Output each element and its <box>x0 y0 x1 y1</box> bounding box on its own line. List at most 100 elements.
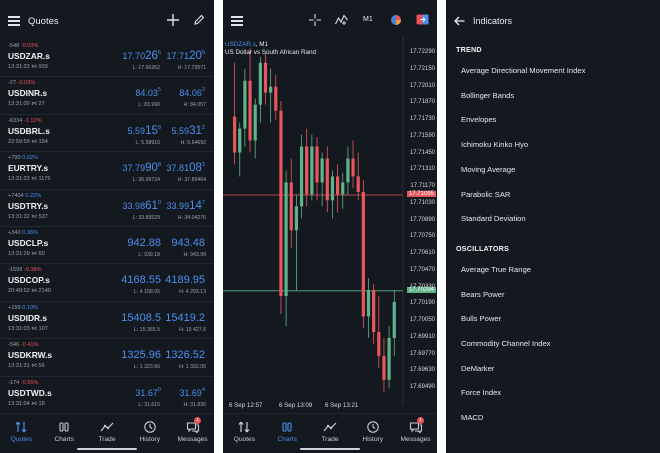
quote-change: -546 -0.41% <box>8 342 39 348</box>
quote-row[interactable]: -6334 -1.12% USDBRL.s 22:59:59 ⋈ 154 5.5915… <box>0 115 214 153</box>
change-points: -6334 <box>8 117 23 124</box>
indicator-item[interactable]: Ichimoku Kinko Hyo <box>461 140 528 149</box>
plus-icon[interactable] <box>167 14 179 26</box>
change-percent: 0.22% <box>25 192 42 199</box>
candle-body <box>377 331 381 356</box>
spread-icon: ⋈ <box>31 64 37 70</box>
indicator-item[interactable]: Bollinger Bands <box>461 91 514 100</box>
indicator-item[interactable]: Commodity Channel Index <box>461 339 550 348</box>
crosshair-icon[interactable] <box>309 14 321 26</box>
nav-quotes[interactable]: Quotes <box>223 414 266 453</box>
home-indicator[interactable] <box>300 448 360 450</box>
price-big-digits: 90 <box>145 162 158 175</box>
quote-timestamp: 13:31:31 <box>8 363 30 370</box>
quote-volume: 107 <box>38 325 48 332</box>
ask-price[interactable]: 84.062 <box>179 83 205 101</box>
candle-body <box>361 191 365 317</box>
quote-volume: 27 <box>38 101 45 108</box>
indicator-item[interactable]: Bulls Power <box>461 314 501 323</box>
price-main: 84.06 <box>179 88 202 99</box>
indicator-item[interactable]: Parabolic SAR <box>461 190 510 199</box>
bid-price[interactable]: 33.98610 <box>123 196 161 214</box>
back-arrow-icon[interactable] <box>454 16 465 26</box>
price-chart[interactable] <box>223 36 437 412</box>
quote-timestamp: 20:49:52 <box>8 288 30 295</box>
indicator-item[interactable]: MACD <box>461 413 483 422</box>
quote-low: L: 31.615 <box>138 401 160 408</box>
quote-timestamp: 13:31:32 <box>8 213 30 220</box>
quote-change: -27 -0.03% <box>8 80 35 86</box>
indicator-item[interactable]: DeMarker <box>461 364 494 373</box>
quote-low: L: 17.66262 <box>132 65 160 71</box>
nav-quotes[interactable]: Quotes <box>0 414 43 453</box>
nav-messages[interactable]: 1 Messages <box>394 414 437 453</box>
menu-icon[interactable] <box>231 16 243 26</box>
quote-symbol: USDIDR.s <box>8 312 48 323</box>
quote-row[interactable]: +159 0.10% USDIDR.s 13:31:03 ⋈ 107 15408.5 1… <box>0 302 214 340</box>
spread-icon: ⋈ <box>31 288 37 295</box>
price-axis-label: 17.71170 <box>410 183 435 189</box>
quote-high: H: 943.99 <box>183 251 207 258</box>
trade-window-icon[interactable] <box>416 14 429 25</box>
ask-price[interactable]: 4189.95 <box>165 270 205 288</box>
price-axis-label: 17.69770 <box>409 350 435 357</box>
chart-color-icon[interactable] <box>390 14 402 26</box>
indicator-item[interactable]: Moving Average <box>461 165 515 174</box>
timeframe-button[interactable]: M1 <box>363 16 373 23</box>
indicators-icon[interactable] <box>335 14 348 26</box>
ask-price[interactable]: 31.694 <box>179 383 205 401</box>
bid-price[interactable]: 5.59158 <box>128 121 161 139</box>
price-big-digits: 14 <box>189 199 202 212</box>
ask-price[interactable]: 15419.2 <box>165 308 205 326</box>
quote-time: 13:31:32 ⋈ 1175 <box>8 176 51 182</box>
quote-row[interactable]: +7404 0.22% USDTRY.s 13:31:32 ⋈ 537 33.9861… <box>0 190 214 227</box>
quote-row[interactable]: +790 0.02% EURTRY.s 13:31:32 ⋈ 1175 37.7990… <box>0 152 214 190</box>
ask-price[interactable]: 5.59312 <box>172 121 205 139</box>
indicator-item[interactable]: Force Index <box>461 388 501 397</box>
ask-price[interactable]: 943.48 <box>171 233 205 251</box>
quote-low: L: 15 365.5 <box>134 326 160 333</box>
candle-body <box>330 176 335 201</box>
quote-row[interactable]: +340 0.36% USDCLP.s 13:31:29 ⋈ 60 942.88 943… <box>0 227 214 265</box>
home-indicator[interactable] <box>77 448 137 450</box>
bid-price[interactable]: 15408.5 <box>121 308 161 326</box>
price-big-digits: 20 <box>189 50 202 62</box>
quote-row[interactable]: -27 -0.03% USDINR.s 13:31:00 ⋈ 27 84.035 84.… <box>0 77 214 115</box>
indicator-item[interactable]: Bears Power <box>461 290 504 299</box>
nav-label: History <box>139 436 161 443</box>
quote-row[interactable]: -174 -0.55% USDTWD.s 13:31:04 ⋈ 18 31.670 31… <box>0 377 214 414</box>
nav-label: Trade <box>321 436 339 443</box>
quote-time: 22:59:59 ⋈ 154 <box>8 139 48 145</box>
quote-volume: 1175 <box>38 176 51 183</box>
price-main: 1325.96 <box>121 349 161 362</box>
quote-timestamp: 13:31:03 <box>8 325 30 332</box>
quote-row[interactable]: -548 -0.03% USDZAR.s 13:31:32 ⋈ 939 17.7026… <box>0 40 214 78</box>
ask-price[interactable]: 1326.52 <box>165 345 205 363</box>
menu-icon[interactable] <box>8 16 20 26</box>
indicator-item[interactable]: Average True Range <box>461 265 531 274</box>
ask-price[interactable]: 33.99147 <box>167 196 205 214</box>
price-main: 5.59 <box>171 125 190 136</box>
indicator-item[interactable]: Standard Deviation <box>461 214 526 223</box>
bid-price[interactable]: 84.035 <box>135 83 161 101</box>
quote-row[interactable]: -1599 -0.38% USDCOP.s 20:49:52 ⋈ 2140 4168.… <box>0 264 214 302</box>
edit-icon[interactable] <box>194 14 205 25</box>
candle-body <box>238 128 242 153</box>
indicator-item[interactable]: Average Directional Movement Index <box>461 66 585 75</box>
indicator-item[interactable]: Envelopes <box>461 115 496 124</box>
bid-price[interactable]: 31.670 <box>135 383 161 401</box>
bid-price[interactable]: 942.88 <box>127 233 161 251</box>
bid-price[interactable]: 1325.96 <box>121 345 161 363</box>
nav-messages[interactable]: 1 Messages <box>171 414 214 453</box>
bid-price[interactable]: 4168.55 <box>121 270 161 288</box>
ask-price[interactable]: 37.81083 <box>167 158 205 176</box>
ask-price[interactable]: 17.71205 <box>167 46 205 64</box>
bid-price[interactable]: 17.70266 <box>123 46 161 64</box>
quote-high: H: 5.64692 <box>180 139 206 146</box>
bid-price[interactable]: 37.79908 <box>123 158 161 176</box>
quote-row[interactable]: -546 -0.41% USDKRW.s 13:31:31 ⋈ 56 1325.96 1… <box>0 339 214 377</box>
quote-volume: 154 <box>38 138 48 145</box>
candle-body <box>351 158 355 177</box>
candle-body <box>263 62 268 93</box>
change-percent: -0.41% <box>20 342 39 349</box>
